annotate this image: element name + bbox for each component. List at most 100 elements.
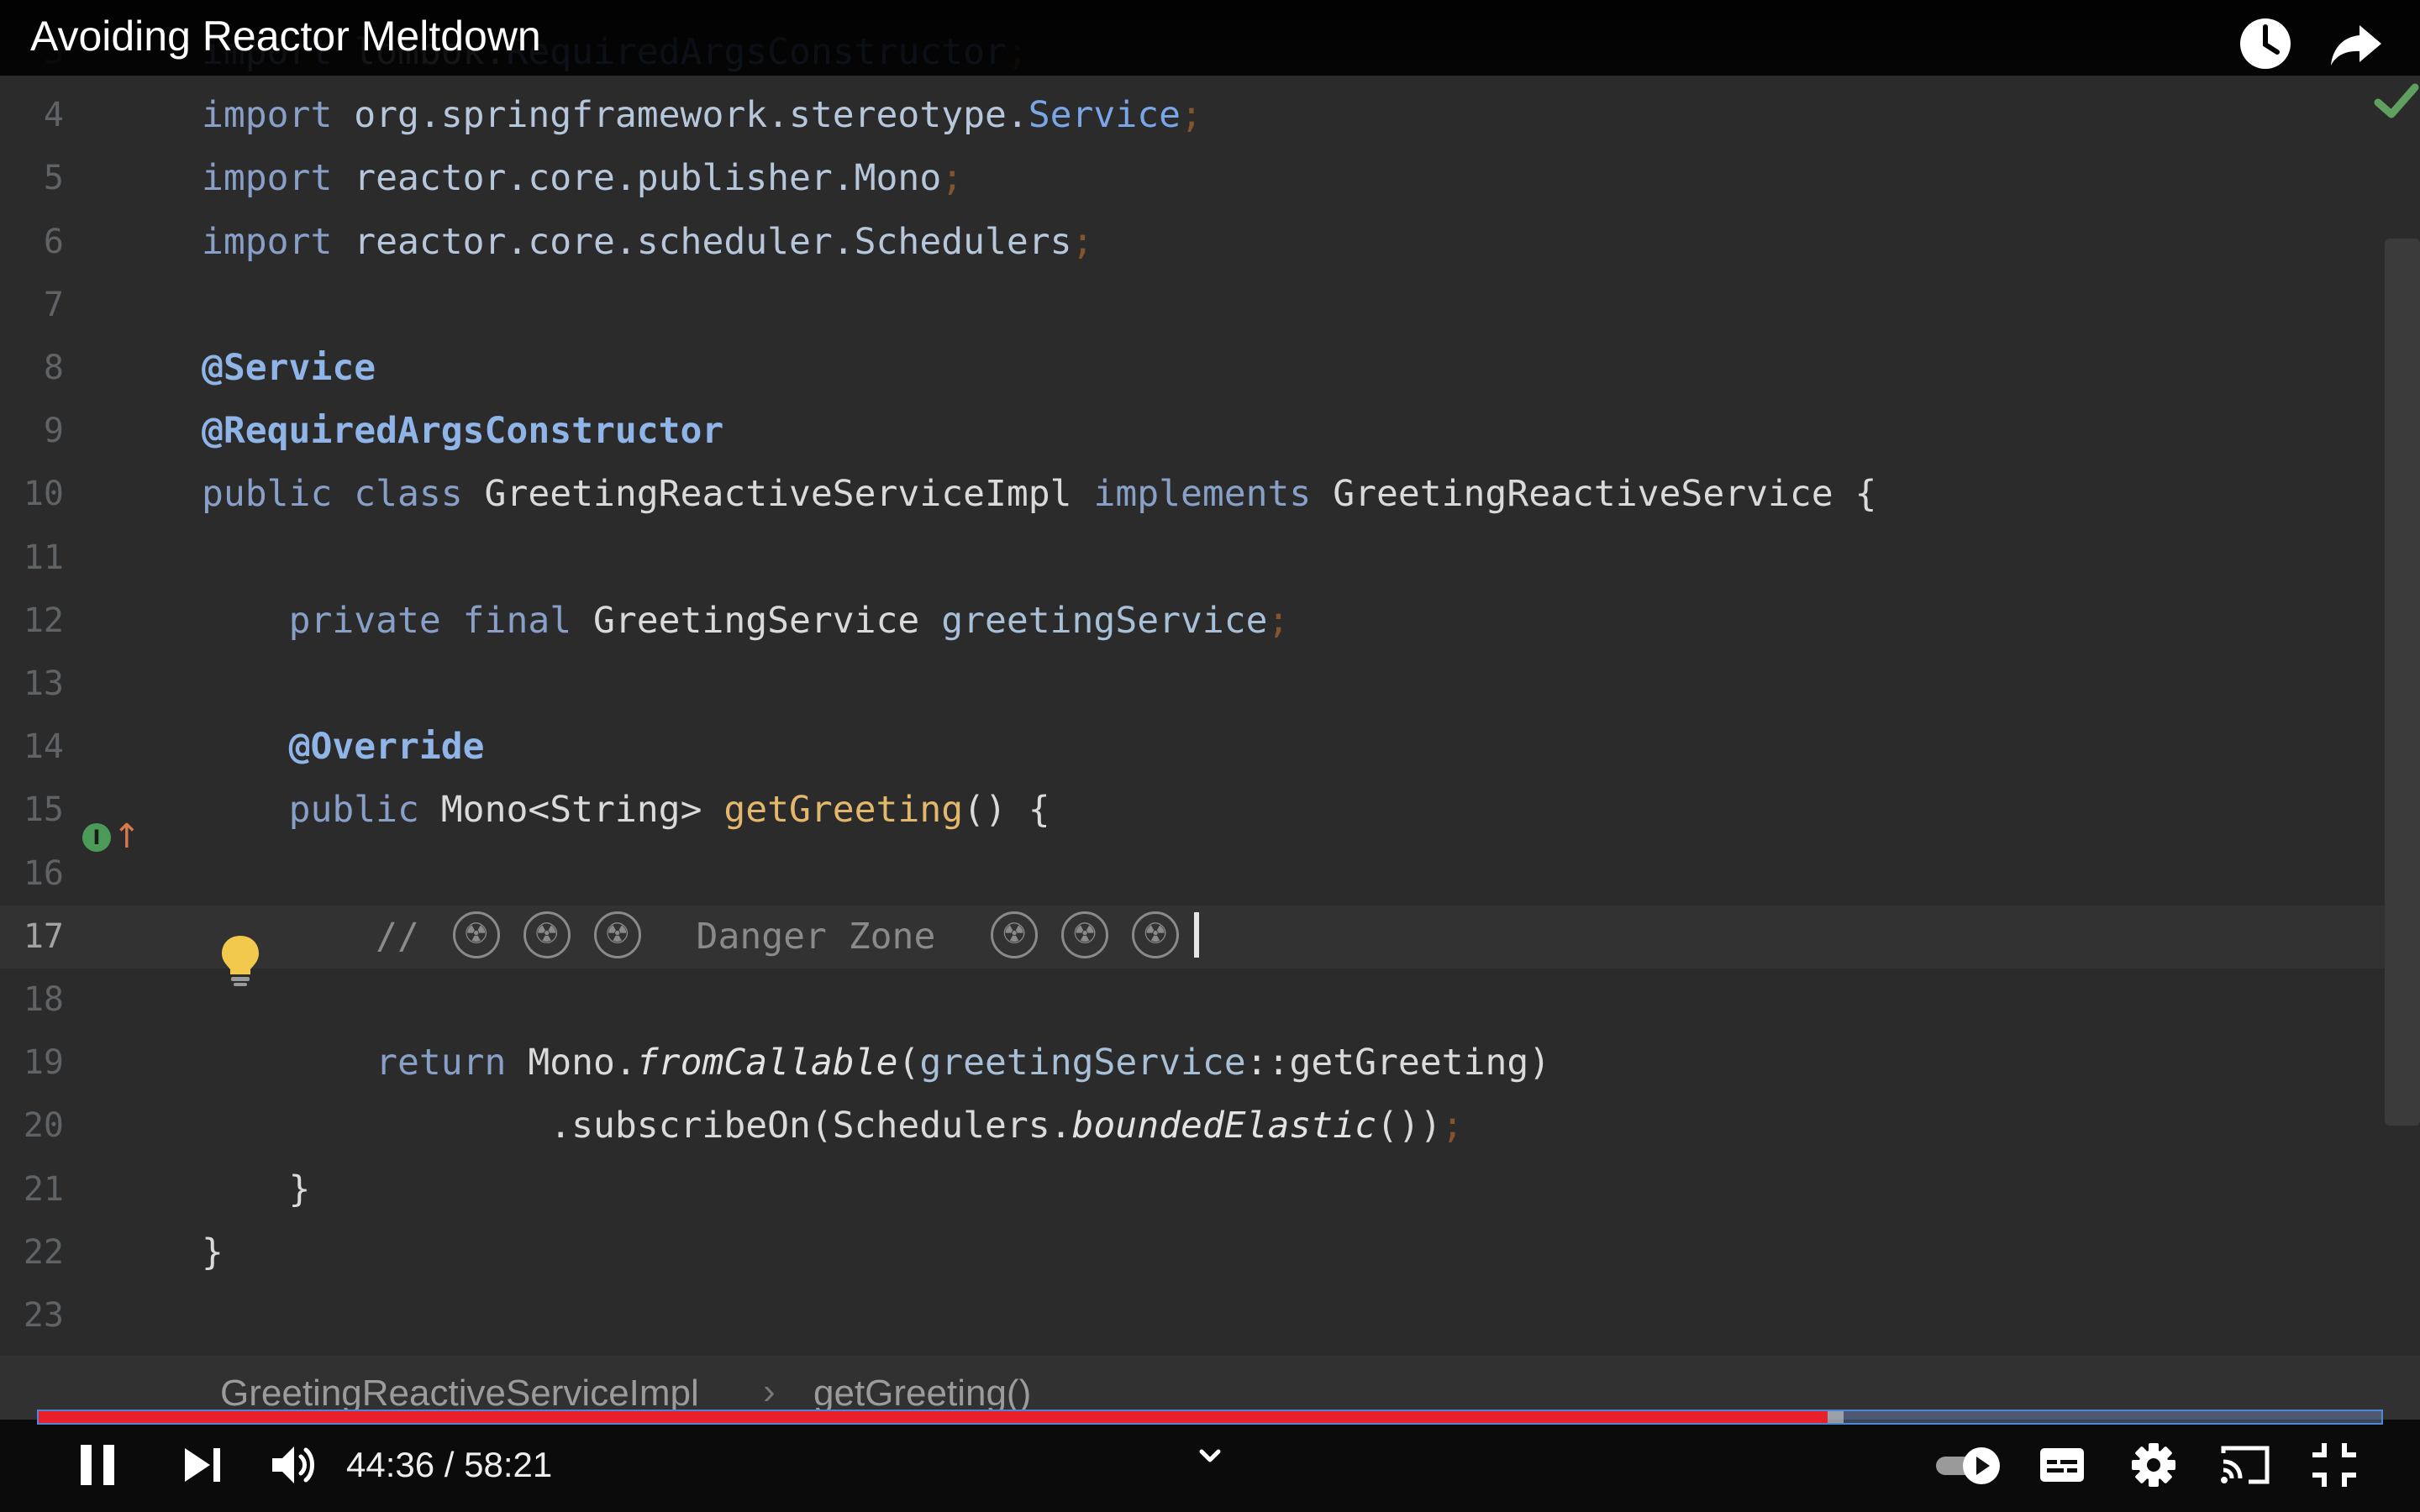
code-token: ()) (1376, 1105, 1442, 1147)
code-text: .subscribeOn(Schedulers.boundedElastic()… (202, 1095, 1463, 1158)
code-token: Mono. (506, 1042, 637, 1084)
line-number: 23 (23, 1296, 64, 1335)
radioactive-icon: ☢ (593, 911, 641, 959)
code-token: } (202, 1168, 311, 1210)
code-text: import reactor.core.scheduler.Schedulers… (202, 211, 1093, 274)
code-text: import org.springframework.stereotype.Se… (202, 84, 1202, 147)
share-icon[interactable] (2328, 15, 2385, 72)
code-text: private final GreetingService greetingSe… (202, 590, 1290, 653)
time-separator: / (444, 1445, 455, 1484)
line-number: 11 (23, 538, 64, 577)
code-token: // (376, 915, 441, 958)
implements-gutter-icon: I ↑ (82, 818, 141, 857)
video-frame[interactable]: 3import lombok.RequiredArgsConstructor;4… (0, 0, 2420, 1431)
code-line: 19 return Mono.fromCallable(greetingServ… (0, 1032, 2386, 1095)
autoplay-toggle-icon[interactable] (1933, 1438, 2007, 1492)
line-number: 17 (23, 916, 64, 956)
breadcrumb-class: GreetingReactiveServiceImpl (220, 1373, 699, 1414)
code-line: 14 @Override (0, 716, 2386, 779)
code-token: implements (1093, 473, 1312, 516)
line-number: 19 (23, 1043, 64, 1083)
volume-icon[interactable] (267, 1438, 321, 1492)
code-token: public (288, 789, 419, 832)
code-token: import (202, 157, 333, 200)
code-line: 4 import org.springframework.stereotype.S… (0, 84, 2386, 147)
code-token: ::getGreeting) (1245, 1042, 1551, 1084)
line-number: 16 (23, 853, 64, 893)
line-number: 13 (23, 664, 64, 703)
code-line: 10 public class GreetingReactiveServiceIm… (0, 463, 2386, 526)
code-token: greetingService (941, 599, 1268, 642)
line-number: 21 (23, 1169, 64, 1209)
code-line: 21 } (0, 1158, 2386, 1221)
total-time: 58:21 (464, 1445, 553, 1484)
code-line: 11 (0, 527, 2386, 590)
progress-played (39, 1411, 1828, 1423)
code-text: @RequiredArgsConstructor (202, 400, 723, 463)
editor-scrollbar (2385, 239, 2420, 1126)
code-token: GreetingService (571, 599, 942, 642)
code-line: 23 (0, 1284, 2386, 1347)
clock-icon[interactable] (2237, 15, 2294, 72)
subtitles-icon[interactable] (2039, 1438, 2086, 1492)
code-token: () { (963, 789, 1050, 832)
breadcrumb-method: getGreeting() (813, 1373, 1032, 1414)
code-line: 8 @Service (0, 337, 2386, 400)
radioactive-icon: ☢ (1132, 911, 1180, 959)
code-token: @Override (288, 726, 485, 769)
progress-bar[interactable] (37, 1410, 2383, 1425)
code-token: @RequiredArgsConstructor (202, 410, 724, 453)
code-line: 9 @RequiredArgsConstructor (0, 400, 2386, 463)
next-icon[interactable] (180, 1438, 227, 1492)
line-number: 7 (43, 285, 64, 324)
code-token: ; (941, 157, 964, 200)
video-title[interactable]: Avoiding Reactor Meltdown (30, 12, 541, 60)
code-token: import (202, 94, 333, 137)
code-token: import (202, 220, 333, 263)
code-text: } (202, 1221, 224, 1284)
code-token: reactor.core.scheduler.Schedulers (332, 220, 1072, 263)
line-number: 22 (23, 1232, 64, 1272)
radioactive-icon: ☢ (523, 911, 571, 959)
code-token: .subscribeOn(Schedulers. (202, 1105, 1072, 1147)
cast-icon[interactable] (2218, 1438, 2272, 1492)
code-text: public Mono<String> getGreeting() { (202, 779, 1050, 842)
radioactive-icon: ☢ (991, 911, 1039, 959)
code-text: return Mono.fromCallable(greetingService… (202, 1032, 1550, 1095)
pause-icon[interactable] (77, 1438, 119, 1492)
code-text: // ☢ ☢ ☢ Danger Zone ☢ ☢ ☢ (202, 906, 1200, 969)
line-number: 5 (43, 159, 64, 198)
code-token: ( (897, 1042, 920, 1084)
gear-icon[interactable] (2129, 1438, 2178, 1492)
code-token: @Service (202, 347, 376, 389)
code-text: import reactor.core.publisher.Mono; (202, 147, 963, 210)
line-number: 4 (43, 96, 64, 135)
code-line: 16 (0, 843, 2386, 906)
code-text: } (202, 1158, 311, 1221)
line-number: 9 (43, 412, 64, 451)
chevron-right-icon: › (763, 1371, 776, 1412)
code-token: public class (202, 473, 463, 516)
code-token: ; (1071, 220, 1094, 263)
line-number: 12 (23, 601, 64, 640)
code-token: return (376, 1042, 507, 1084)
code-line: 15 public Mono<String> getGreeting() { (0, 779, 2386, 842)
code-token: ; (1267, 599, 1290, 642)
code-token: boundedElastic (1071, 1105, 1376, 1147)
exit-fullscreen-icon[interactable] (2309, 1438, 2360, 1492)
code-token: Danger Zone (652, 915, 980, 958)
code-line: 22} (0, 1221, 2386, 1284)
radioactive-icon: ☢ (1061, 911, 1109, 959)
code-token: Service (1028, 94, 1181, 137)
code-line: 17 // ☢ ☢ ☢ Danger Zone ☢ ☢ ☢ (0, 905, 2386, 969)
code-line: 13 (0, 653, 2386, 716)
chevron-down-icon[interactable] (1193, 1440, 1227, 1473)
code-line: 20 .subscribeOn(Schedulers.boundedElasti… (0, 1095, 2386, 1158)
code-token: private final (288, 599, 572, 642)
radioactive-icon: ☢ (452, 911, 500, 959)
check-icon (2374, 83, 2419, 118)
video-player[interactable]: 3import lombok.RequiredArgsConstructor;4… (0, 0, 2420, 1512)
